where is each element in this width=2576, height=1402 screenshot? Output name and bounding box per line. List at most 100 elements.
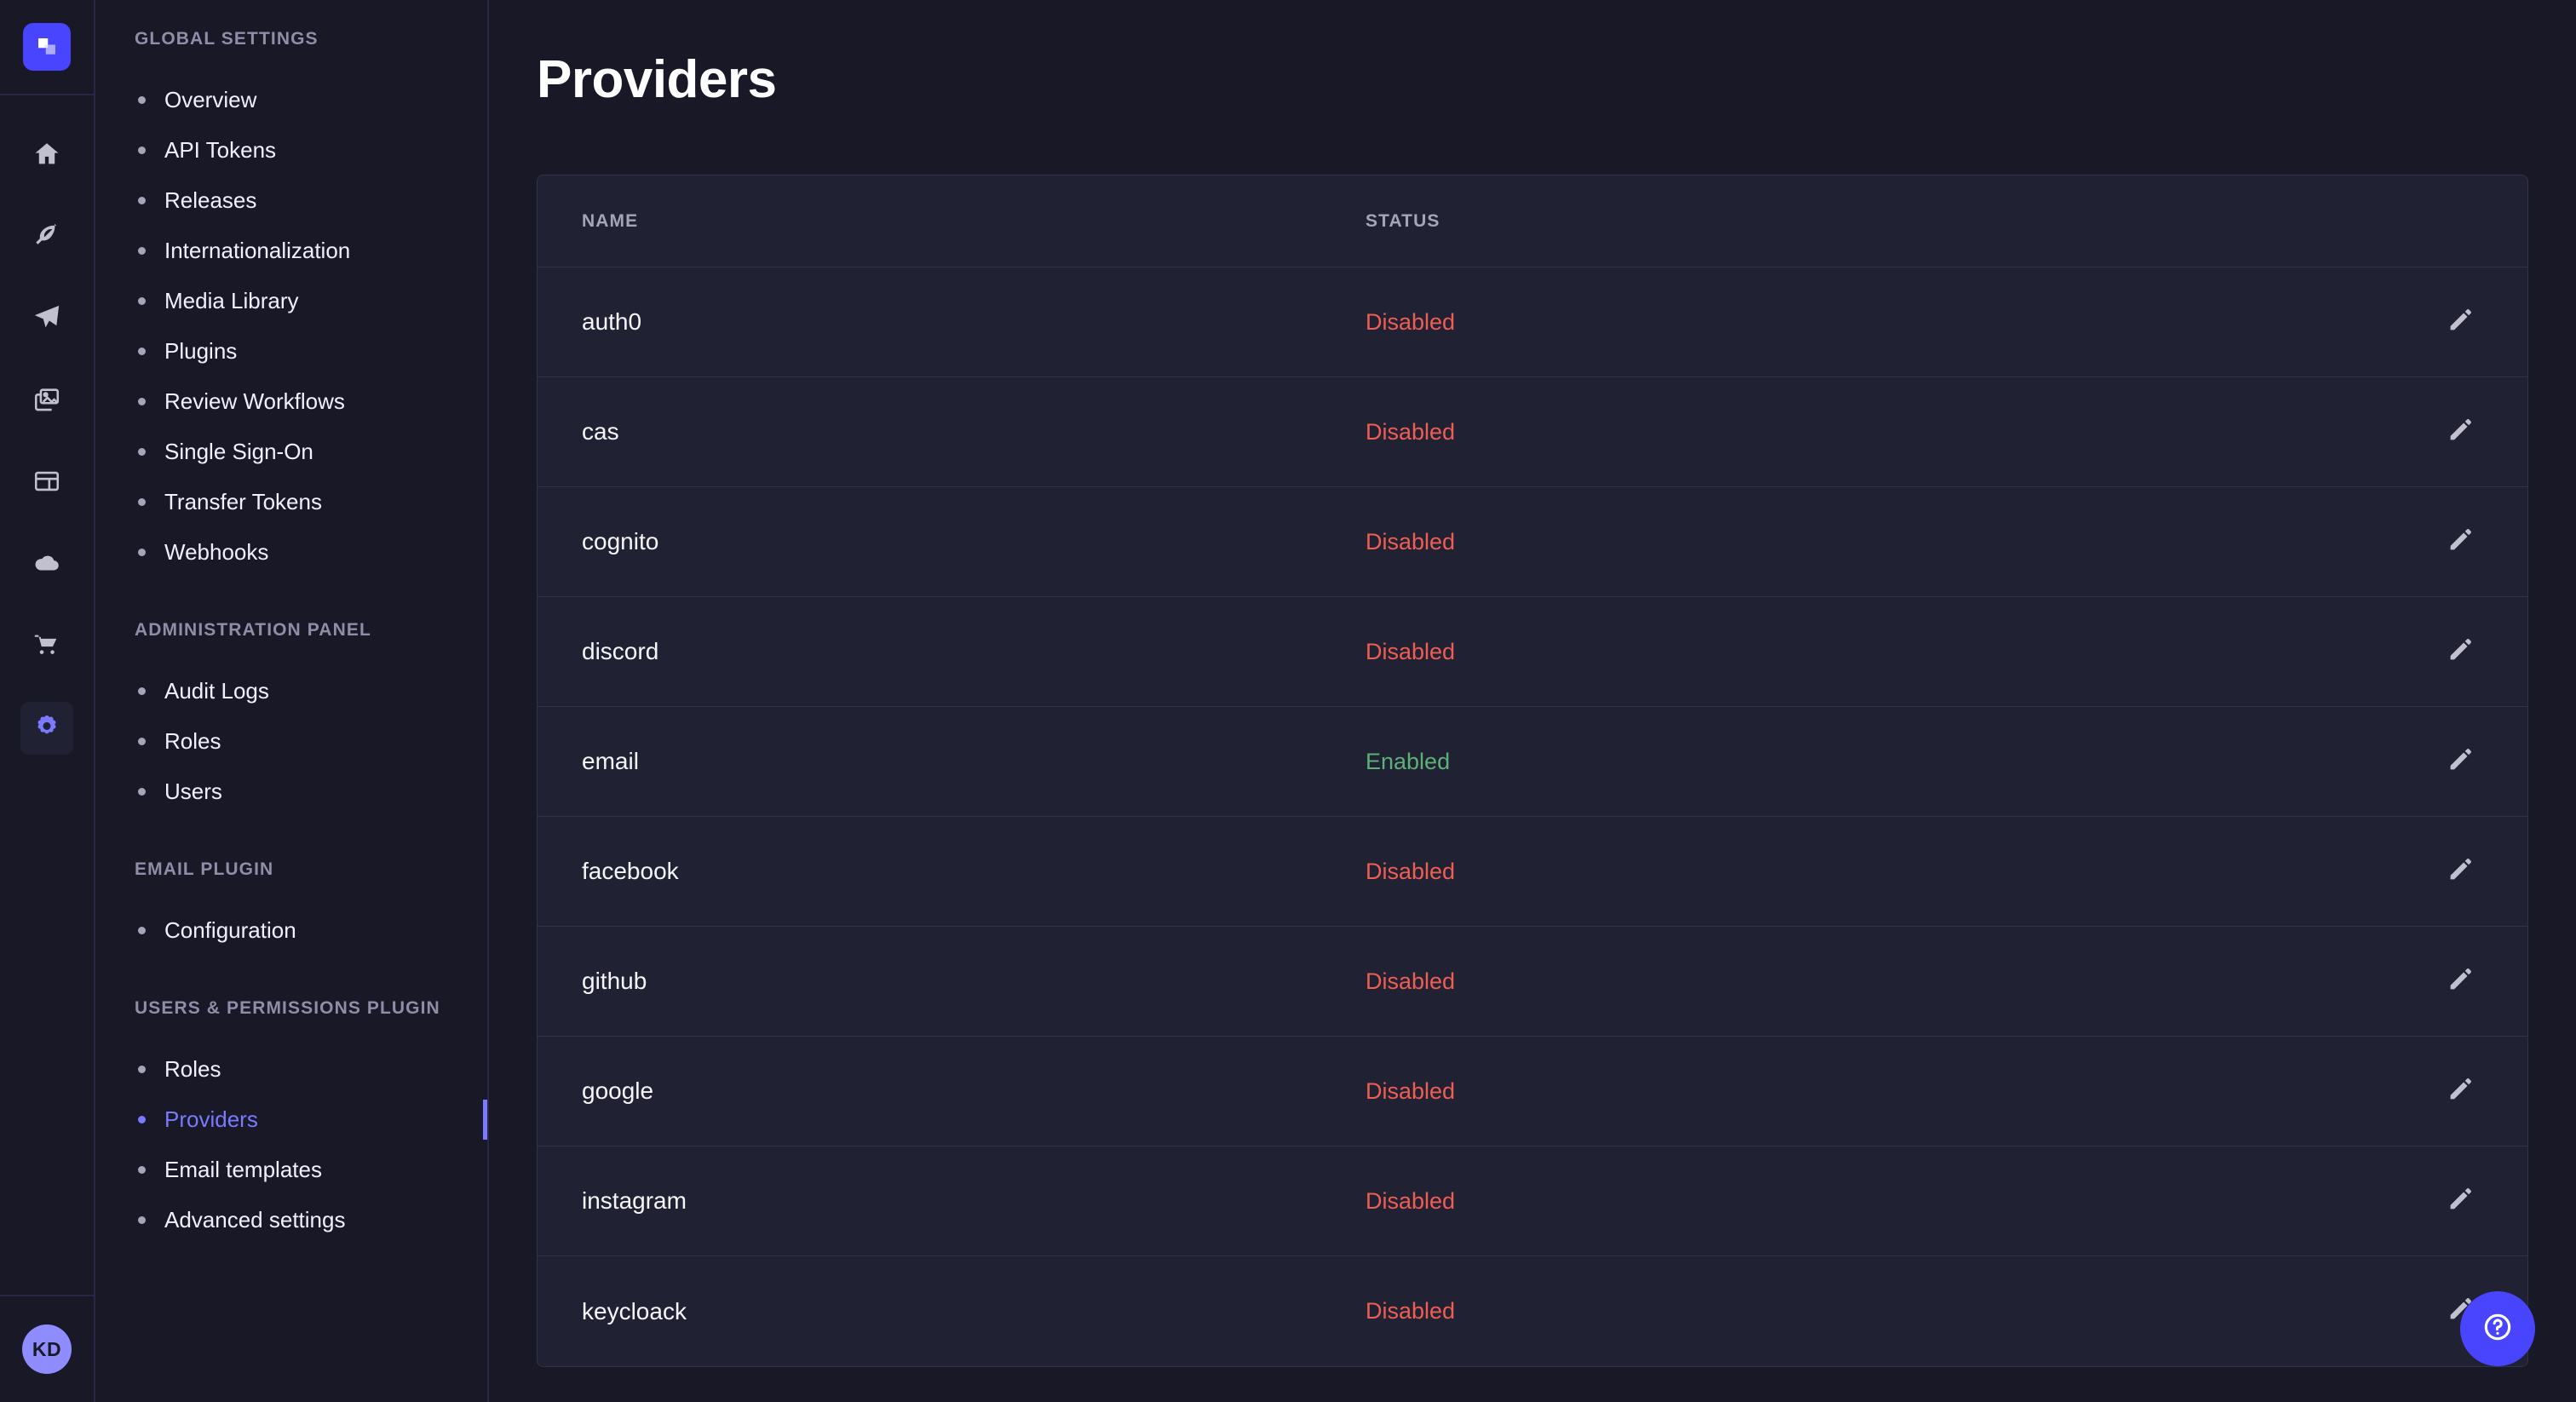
sidebar-item-label: Internationalization — [164, 238, 350, 264]
sidebar-section: GLOBAL SETTINGS OverviewAPI Tokens Release… — [95, 29, 487, 577]
bullet-icon — [138, 687, 146, 695]
edit-provider-button[interactable] — [2437, 299, 2483, 345]
sidebar-item-providers[interactable]: Providers — [95, 1095, 487, 1145]
sidebar-item-label: Releases — [164, 187, 256, 214]
edit-provider-button[interactable] — [2437, 848, 2483, 894]
icon-rail: KD — [0, 0, 95, 1402]
sidebar-item-media-library[interactable]: Media Library — [95, 276, 487, 326]
sidebar-item-transfer-tokens[interactable]: Transfer Tokens — [95, 477, 487, 527]
sidebar-item-plugins[interactable]: Plugins — [95, 326, 487, 376]
settings-sidebar: GLOBAL SETTINGS OverviewAPI Tokens Release… — [95, 0, 489, 1402]
cloud-icon — [32, 549, 61, 582]
sidebar-item-audit-logs[interactable]: Audit Logs — [95, 666, 487, 716]
table-row[interactable]: discordDisabled — [538, 597, 2527, 707]
table-row[interactable]: emailEnabled — [538, 707, 2527, 817]
status-badge: Disabled — [1366, 309, 2381, 336]
column-header-name: NAME — [582, 211, 1366, 232]
sidebar-section: USERS & PERMISSIONS PLUGINRolesProviders… — [95, 998, 487, 1245]
bullet-icon — [138, 247, 146, 255]
rail-icon-list — [20, 95, 73, 1295]
app-root: KD GLOBAL SETTINGS OverviewAPI Tokens Rele… — [0, 0, 2576, 1402]
provider-name: cognito — [582, 528, 1366, 555]
edit-provider-button[interactable] — [2437, 738, 2483, 784]
rail-item-content-manager[interactable] — [20, 211, 73, 264]
bullet-icon — [138, 1066, 146, 1073]
avatar[interactable]: KD — [22, 1324, 72, 1374]
sidebar-item-label: Single Sign-On — [164, 439, 313, 465]
bullet-icon — [138, 297, 146, 305]
rail-item-home[interactable] — [20, 129, 73, 182]
paper-plane-icon — [32, 303, 61, 336]
bullet-icon — [138, 1116, 146, 1123]
sidebar-item-review-workflows[interactable]: Review Workflows — [95, 376, 487, 427]
sidebar-item-label: Roles — [164, 1056, 221, 1083]
rail-item-media-library[interactable] — [20, 375, 73, 428]
table-row[interactable]: githubDisabled — [538, 927, 2527, 1037]
sidebar-item-email-templates[interactable]: Email templates — [95, 1145, 487, 1195]
rail-item-settings[interactable] — [20, 702, 73, 755]
sidebar-section-title: GLOBAL SETTINGS — [95, 29, 487, 49]
edit-provider-button[interactable] — [2437, 1068, 2483, 1114]
pencil-icon — [2447, 856, 2474, 888]
status-badge: Disabled — [1366, 419, 2381, 445]
row-actions — [2381, 409, 2483, 455]
sidebar-item-label: Advanced settings — [164, 1207, 345, 1233]
home-icon — [32, 140, 61, 173]
strapi-logo-icon[interactable] — [23, 23, 71, 71]
table-row[interactable]: googleDisabled — [538, 1037, 2527, 1146]
help-button[interactable] — [2460, 1291, 2535, 1366]
row-actions — [2381, 1178, 2483, 1224]
rail-item-marketplace[interactable] — [20, 620, 73, 673]
bullet-icon — [138, 788, 146, 796]
sidebar-item-api-tokens[interactable]: API Tokens — [95, 125, 487, 175]
sidebar-item-internationalization[interactable]: Internationalization — [95, 226, 487, 276]
pencil-icon — [2447, 636, 2474, 668]
edit-provider-button[interactable] — [2437, 629, 2483, 675]
bullet-icon — [138, 549, 146, 556]
sidebar-item-configuration[interactable]: Configuration — [95, 905, 487, 956]
table-row[interactable]: keycloackDisabled — [538, 1256, 2527, 1366]
row-actions — [2381, 1068, 2483, 1114]
sidebar-item-roles[interactable]: Roles — [95, 716, 487, 767]
column-header-status: STATUS — [1366, 211, 2381, 232]
row-actions — [2381, 519, 2483, 565]
rail-item-content-type-builder[interactable] — [20, 457, 73, 509]
sidebar-section-title: ADMINISTRATION PANEL — [95, 620, 487, 641]
edit-provider-button[interactable] — [2437, 1178, 2483, 1224]
question-mark-icon — [2481, 1310, 2515, 1348]
sidebar-item-single-sign-on[interactable]: Single Sign-On — [95, 427, 487, 477]
edit-provider-button[interactable] — [2437, 519, 2483, 565]
sidebar-item-roles[interactable]: Roles — [95, 1044, 487, 1095]
sidebar-item-releases[interactable]: Releases — [95, 175, 487, 226]
table-header-row: NAME STATUS — [538, 175, 2527, 267]
pencil-icon — [2447, 1186, 2474, 1217]
sidebar-section: EMAIL PLUGINConfiguration — [95, 859, 487, 956]
status-badge: Disabled — [1366, 968, 2381, 995]
table-row[interactable]: auth0Disabled — [538, 267, 2527, 377]
sidebar-item-webhooks[interactable]: Webhooks — [95, 527, 487, 577]
provider-name: auth0 — [582, 308, 1366, 336]
row-actions — [2381, 848, 2483, 894]
table-row[interactable]: cognitoDisabled — [538, 487, 2527, 597]
rail-item-email[interactable] — [20, 293, 73, 346]
shopping-cart-icon — [32, 630, 61, 664]
sidebar-item-label: Configuration — [164, 917, 296, 944]
status-badge: Disabled — [1366, 1298, 2381, 1324]
sidebar-item-label: Email templates — [164, 1157, 322, 1183]
sidebar-item-overview[interactable]: Overview — [95, 75, 487, 125]
media-library-icon — [32, 385, 61, 418]
table-row[interactable]: facebookDisabled — [538, 817, 2527, 927]
pencil-icon — [2447, 966, 2474, 997]
sidebar-item-advanced-settings[interactable]: Advanced settings — [95, 1195, 487, 1245]
rail-item-cloud[interactable] — [20, 538, 73, 591]
table-row[interactable]: casDisabled — [538, 377, 2527, 487]
sidebar-item-users[interactable]: Users — [95, 767, 487, 817]
bullet-icon — [138, 96, 146, 104]
table-row[interactable]: instagramDisabled — [538, 1146, 2527, 1256]
provider-name: cas — [582, 418, 1366, 445]
pencil-icon — [2447, 526, 2474, 558]
edit-provider-button[interactable] — [2437, 958, 2483, 1004]
bullet-icon — [138, 927, 146, 934]
bullet-icon — [138, 197, 146, 204]
edit-provider-button[interactable] — [2437, 409, 2483, 455]
